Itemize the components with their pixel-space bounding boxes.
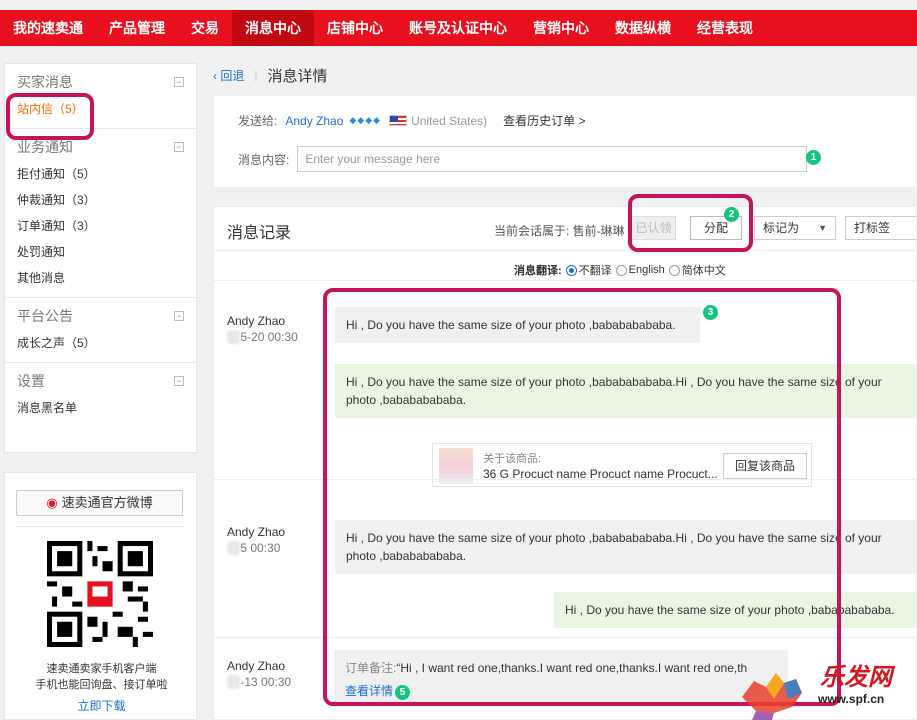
option-english[interactable]: English: [629, 264, 665, 276]
time-text: 5-20 00:30: [240, 330, 298, 344]
us-flag-icon: [389, 115, 408, 126]
records-title: 消息记录: [227, 225, 292, 242]
redacted-date: 20: [227, 330, 241, 344]
qr-code-image: [47, 541, 153, 647]
nav-data-analytics[interactable]: 数据纵横: [602, 10, 684, 46]
send-to-label: 发送给:: [238, 114, 278, 128]
nav-transactions[interactable]: 交易: [178, 10, 232, 46]
weibo-button-label: 速卖通官方微博: [61, 495, 153, 510]
watermark-url: www.spf.cn: [818, 692, 885, 706]
redacted-date: 20: [227, 675, 241, 689]
app-promo-line2: 手机也能回询盘、接订单啦: [35, 679, 168, 691]
sidebar-item-arbitration[interactable]: 仲裁通知（3）: [17, 187, 184, 213]
chevron-down-icon: ▼: [818, 223, 827, 233]
sidebar-group-title: 设置: [17, 373, 45, 389]
option-chinese[interactable]: 简体中文: [682, 262, 726, 278]
radio-chinese[interactable]: [668, 264, 680, 276]
conversation-owner: 当前会话属于: 售前-琳琳: [494, 224, 625, 238]
message-time: 205-20 00:30: [227, 330, 298, 344]
sidebar-group-title: 买家消息: [17, 74, 73, 90]
sidebar-group-business-notices: 业务通知 − 拒付通知（5） 仲裁通知（3） 订单通知（3） 处罚通知 其他消息: [5, 129, 196, 298]
translate-label: 消息翻译:: [514, 265, 562, 277]
nav-marketing-center[interactable]: 营销中心: [520, 10, 602, 46]
divider: [214, 280, 916, 281]
breadcrumb-separator: |: [254, 68, 258, 82]
sidebar-item-orders[interactable]: 订单通知（3）: [17, 213, 184, 239]
message-time: 20-13 00:30: [227, 675, 291, 689]
weibo-card: ◉ 速卖通官方微博 速卖通卖家手机客户端 手机也能回询盘、接订单啦 立即下载: [4, 472, 197, 720]
download-link[interactable]: 立即下载: [77, 699, 125, 713]
nav-product-management[interactable]: 产品管理: [96, 10, 178, 46]
collapse-icon[interactable]: −: [174, 376, 184, 386]
mark-as-label: 标记为: [763, 221, 800, 235]
annotation-badge-5: 5: [395, 685, 410, 700]
radio-no-translate[interactable]: [565, 264, 577, 276]
sender-name: Andy Zhao: [227, 525, 286, 539]
buyer-level-icon: ◆◆◆◆: [349, 115, 382, 125]
highlight-assign: [628, 194, 753, 252]
collapse-icon[interactable]: −: [174, 77, 184, 87]
app-promo-line1: 速卖通卖家手机客户端: [46, 663, 157, 675]
top-nav: 我的速卖通 产品管理 交易 消息中心 店铺中心 账号及认证中心 营销中心 数据纵…: [0, 10, 917, 46]
message-time: 205 00:30: [227, 541, 280, 555]
redacted-date: 20: [227, 541, 241, 555]
sidebar-item-other[interactable]: 其他消息: [17, 265, 184, 291]
annotation-badge-1: 1: [806, 150, 821, 165]
highlight-inbox: [6, 93, 94, 140]
nav-business-performance[interactable]: 经营表现: [684, 10, 766, 46]
highlight-messages: [323, 288, 841, 706]
weibo-button[interactable]: ◉ 速卖通官方微博: [16, 490, 183, 516]
nav-my-aliexpress[interactable]: 我的速卖通: [0, 10, 96, 46]
send-panel: 发送给: Andy Zhao ◆◆◆◆ United States) 查看历史订…: [213, 95, 917, 188]
collapse-icon[interactable]: −: [174, 311, 184, 321]
sidebar-item-chargeback[interactable]: 拒付通知（5）: [17, 161, 184, 187]
divider: [16, 526, 183, 527]
nav-message-center[interactable]: 消息中心: [232, 10, 314, 46]
time-text: -13 00:30: [240, 675, 292, 689]
back-link[interactable]: ‹ 回退: [213, 67, 244, 84]
option-no-translate[interactable]: 不翻译: [579, 262, 612, 278]
radio-english[interactable]: [615, 264, 627, 276]
divider: [214, 250, 916, 251]
tag-label: 打标签: [854, 221, 891, 235]
nav-account-verification[interactable]: 账号及认证中心: [396, 10, 520, 46]
order-history-link[interactable]: 查看历史订单 >: [503, 112, 585, 129]
time-text: 5 00:30: [240, 541, 281, 555]
recipient-name[interactable]: Andy Zhao: [285, 114, 343, 128]
sidebar-item-growth-voice[interactable]: 成长之声（5）: [17, 330, 184, 356]
sidebar-item-blacklist[interactable]: 消息黑名单: [17, 395, 184, 421]
nav-store-center[interactable]: 店铺中心: [314, 10, 396, 46]
annotation-badge-2: 2: [724, 207, 739, 222]
recipient-country: United States): [411, 113, 488, 128]
sidebar-group-settings: 设置 − 消息黑名单: [5, 363, 196, 427]
sidebar-item-penalties[interactable]: 处罚通知: [17, 239, 184, 265]
collapse-icon[interactable]: −: [174, 142, 184, 152]
mark-as-select[interactable]: 标记为 ▼: [754, 216, 836, 240]
sender-name: Andy Zhao: [227, 314, 286, 328]
sidebar-group-announcements: 平台公告 − 成长之声（5）: [5, 298, 196, 363]
weibo-icon: ◉: [46, 495, 58, 510]
annotation-badge-3: 3: [703, 305, 718, 320]
translate-options: 消息翻译: 不翻译 English 简体中文: [514, 262, 726, 278]
tag-select[interactable]: 打标签: [845, 216, 916, 240]
page-title: 消息详情: [267, 67, 328, 85]
watermark-text: 乐发网: [820, 662, 892, 691]
message-content-label: 消息内容:: [238, 152, 290, 167]
message-input[interactable]: Enter your message here: [297, 146, 808, 172]
breadcrumb: ‹ 回退 | 消息详情: [213, 63, 327, 87]
sender-name: Andy Zhao: [227, 659, 286, 673]
sidebar-group-title: 平台公告: [17, 308, 73, 324]
